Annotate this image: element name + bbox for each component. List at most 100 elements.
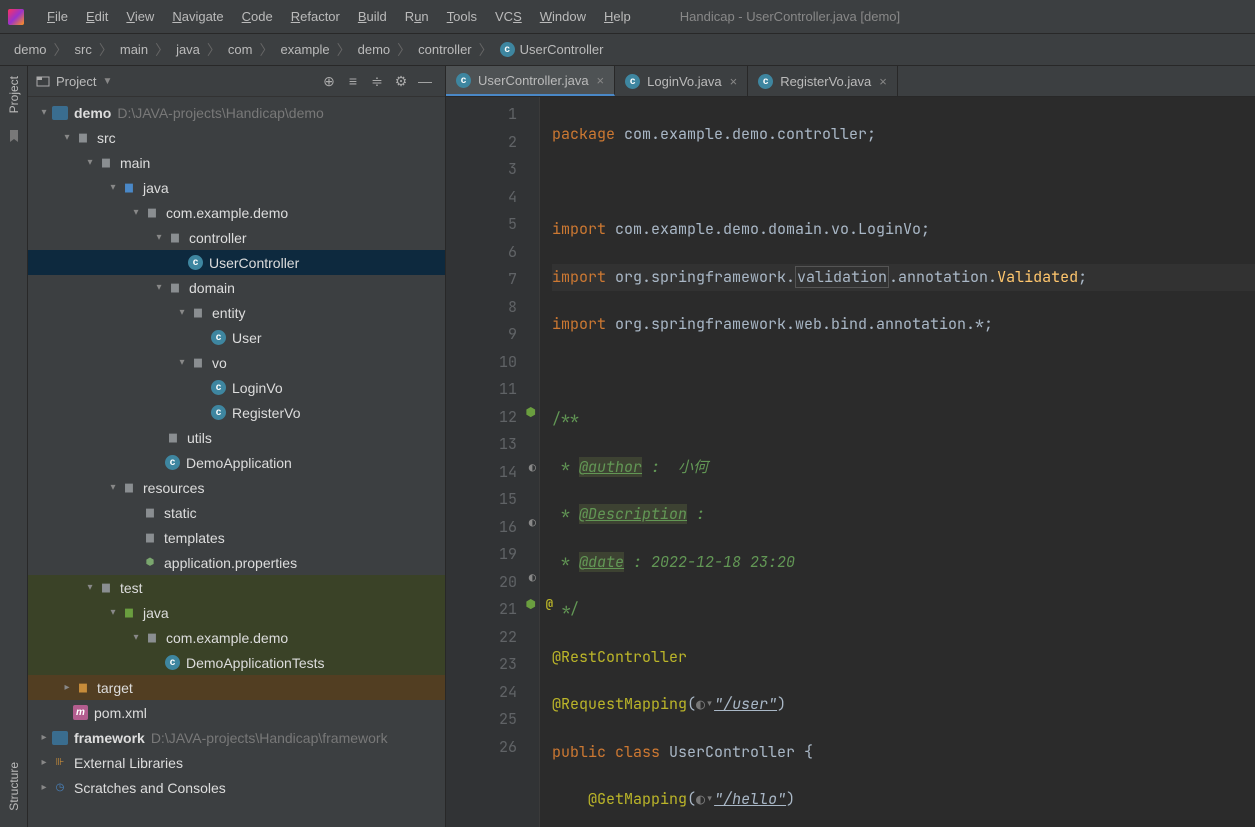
chevron-down-icon[interactable]: ▾ xyxy=(107,482,119,493)
crumb[interactable]: example xyxy=(280,42,329,57)
collapse-all-button[interactable]: ≑ xyxy=(365,69,389,93)
tree-folder-static[interactable]: ▆static xyxy=(28,500,445,525)
tree-label: domain xyxy=(189,280,235,296)
chevron-down-icon[interactable]: ▾ xyxy=(84,582,96,593)
tree-label: RegisterVo xyxy=(232,405,300,421)
tree-folder-src[interactable]: ▾▆src xyxy=(28,125,445,150)
tree-class-usercontroller[interactable]: cUserController xyxy=(28,250,445,275)
package-icon: ▆ xyxy=(167,230,183,246)
crumb[interactable]: src xyxy=(75,42,92,57)
chevron-right-icon[interactable]: ▸ xyxy=(38,757,50,768)
tree-file-pom[interactable]: mpom.xml xyxy=(28,700,445,725)
menu-view[interactable]: View xyxy=(117,9,163,24)
tree-folder-domain[interactable]: ▾▆domain xyxy=(28,275,445,300)
tree-label: main xyxy=(120,155,150,171)
tab-registervo[interactable]: cRegisterVo.java× xyxy=(748,66,898,96)
menu-refactor[interactable]: Refactor xyxy=(282,9,349,24)
spring-gutter-icon[interactable]: ⬢ xyxy=(520,404,536,420)
chevron-down-icon[interactable]: ▾ xyxy=(107,607,119,618)
tree-folder-templates[interactable]: ▆templates xyxy=(28,525,445,550)
tree-class-registervo[interactable]: cRegisterVo xyxy=(28,400,445,425)
chevron-right-icon[interactable]: ▸ xyxy=(38,732,50,743)
tree-folder-test-java[interactable]: ▾▆java xyxy=(28,600,445,625)
tree-folder-controller[interactable]: ▾▆controller xyxy=(28,225,445,250)
crumb[interactable]: com xyxy=(228,42,253,57)
tree-scratches[interactable]: ▸◷Scratches and Consoles xyxy=(28,775,445,800)
chevron-down-icon[interactable]: ▾ xyxy=(84,157,96,168)
tree-package[interactable]: ▾▆com.example.demo xyxy=(28,200,445,225)
menu-build[interactable]: Build xyxy=(349,9,396,24)
module-icon xyxy=(52,731,68,745)
tree-label: target xyxy=(97,680,133,696)
crumb[interactable]: demo xyxy=(358,42,391,57)
chevron-right-icon[interactable]: ▸ xyxy=(38,782,50,793)
chevron-down-icon[interactable]: ▾ xyxy=(176,307,188,318)
tree-folder-resources[interactable]: ▾▆resources xyxy=(28,475,445,500)
chevron-down-icon[interactable]: ▾ xyxy=(61,132,73,143)
crumb[interactable]: controller xyxy=(418,42,471,57)
tree-folder-main[interactable]: ▾▆main xyxy=(28,150,445,175)
chevron-down-icon[interactable]: ▼ xyxy=(102,76,112,87)
menu-tools[interactable]: Tools xyxy=(438,9,486,24)
tree-label: templates xyxy=(164,530,225,546)
menu-file[interactable]: File xyxy=(38,9,77,24)
tab-loginvo[interactable]: cLoginVo.java× xyxy=(615,66,748,96)
tree-class-loginvo[interactable]: cLoginVo xyxy=(28,375,445,400)
project-tree[interactable]: ▾ demo D:\JAVA-projects\Handicap\demo ▾▆… xyxy=(28,97,445,827)
endpoint-gutter-icon[interactable]: ◐ xyxy=(520,569,536,585)
tree-folder-utils[interactable]: ▆utils xyxy=(28,425,445,450)
menu-edit[interactable]: Edit xyxy=(77,9,117,24)
tree-module-framework[interactable]: ▸frameworkD:\JAVA-projects\Handicap\fram… xyxy=(28,725,445,750)
crumb[interactable]: main xyxy=(120,42,148,57)
tree-folder-entity[interactable]: ▾▆entity xyxy=(28,300,445,325)
expand-all-button[interactable]: ≡ xyxy=(341,69,365,93)
tree-file-appprops[interactable]: ⬢application.properties xyxy=(28,550,445,575)
menu-help[interactable]: Help xyxy=(595,9,640,24)
close-icon[interactable]: × xyxy=(597,73,605,88)
rail-project[interactable]: Project xyxy=(3,66,25,123)
rail-structure[interactable]: Structure xyxy=(3,752,25,821)
chevron-down-icon[interactable]: ▾ xyxy=(153,282,165,293)
menu-vcs[interactable]: VCS xyxy=(486,9,531,24)
close-icon[interactable]: × xyxy=(730,74,738,89)
menu-window[interactable]: Window xyxy=(531,9,595,24)
chevron-down-icon[interactable]: ▾ xyxy=(38,107,50,118)
chevron-down-icon[interactable]: ▾ xyxy=(107,182,119,193)
chevron-down-icon[interactable]: ▾ xyxy=(153,232,165,243)
tree-class-tests[interactable]: cDemoApplicationTests xyxy=(28,650,445,675)
tree-class-user[interactable]: cUser xyxy=(28,325,445,350)
tree-folder-java[interactable]: ▾▆java xyxy=(28,175,445,200)
tree-package-test[interactable]: ▾▆com.example.demo xyxy=(28,625,445,650)
tree-class-demoapp[interactable]: cDemoApplication xyxy=(28,450,445,475)
settings-button[interactable]: ⚙ xyxy=(389,69,413,93)
tree-folder-test[interactable]: ▾▆test xyxy=(28,575,445,600)
crumb[interactable]: java xyxy=(176,42,200,57)
menu-code[interactable]: Code xyxy=(233,9,282,24)
chevron-down-icon[interactable]: ▾ xyxy=(130,632,142,643)
endpoint-gutter-icon[interactable]: ◐ xyxy=(520,459,536,475)
code-editor[interactable]: 12345 678910 1112131415 1619202122 23242… xyxy=(446,97,1255,827)
gutter[interactable]: 12345 678910 1112131415 1619202122 23242… xyxy=(446,97,540,827)
panel-title[interactable]: Project xyxy=(56,74,96,89)
minimize-button[interactable]: — xyxy=(413,69,437,93)
menu-run[interactable]: Run xyxy=(396,9,438,24)
tab-usercontroller[interactable]: cUserController.java× xyxy=(446,66,615,96)
tree-label: application.properties xyxy=(164,555,297,571)
chevron-down-icon[interactable]: ▾ xyxy=(176,357,188,368)
code-lines[interactable]: package com.example.demo.controller; imp… xyxy=(540,97,1255,827)
chevron-down-icon[interactable]: ▾ xyxy=(130,207,142,218)
endpoint-gutter-icon[interactable]: ◐ xyxy=(520,514,536,530)
bookmark-icon[interactable] xyxy=(7,129,21,143)
spring-gutter-icon[interactable]: ⬢ xyxy=(520,596,536,612)
tree-module-demo[interactable]: ▾ demo D:\JAVA-projects\Handicap\demo xyxy=(28,100,445,125)
crumb[interactable]: demo xyxy=(14,42,47,57)
tree-external-libraries[interactable]: ▸⊪External Libraries xyxy=(28,750,445,775)
tree-folder-target[interactable]: ▸▆target xyxy=(28,675,445,700)
menu-navigate[interactable]: Navigate xyxy=(163,9,232,24)
select-opened-file-button[interactable]: ⊕ xyxy=(317,69,341,93)
crumb[interactable]: UserController xyxy=(520,42,604,57)
tree-folder-vo[interactable]: ▾▆vo xyxy=(28,350,445,375)
annotation-gutter-icon[interactable]: @ xyxy=(537,596,553,612)
close-icon[interactable]: × xyxy=(879,74,887,89)
chevron-right-icon[interactable]: ▸ xyxy=(61,682,73,693)
